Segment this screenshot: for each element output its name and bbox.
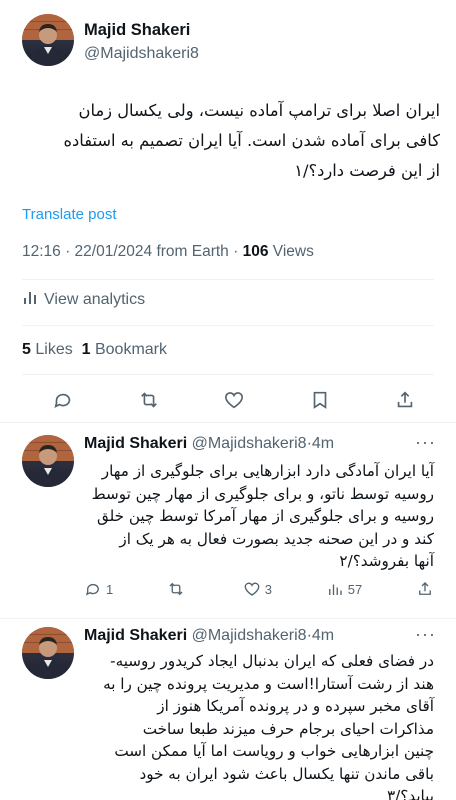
divider bbox=[22, 279, 434, 280]
reply-text-line: روسیه توسط ناتو، و برای جلوگیری از مهار … bbox=[91, 484, 434, 503]
views-label: Views bbox=[272, 243, 314, 260]
avatar[interactable] bbox=[22, 435, 74, 487]
avatar[interactable] bbox=[22, 14, 74, 66]
views-button[interactable]: 57 bbox=[326, 580, 362, 598]
views-count: 106 bbox=[242, 243, 269, 260]
bookmarks-label: Bookmark bbox=[94, 341, 167, 358]
reply-time[interactable]: 4m bbox=[312, 435, 334, 452]
author-name[interactable]: Majid Shakeri bbox=[84, 435, 187, 452]
more-icon[interactable]: ··· bbox=[415, 624, 436, 645]
reply-text-line: بیاید؟/۳ bbox=[387, 787, 434, 800]
author-handle[interactable]: @Majidshakeri8 bbox=[192, 435, 307, 452]
reply-text-line: آقای مخبر سپرده و در پرونده آمریکا هنوز … bbox=[157, 697, 434, 715]
like-button[interactable]: 3 bbox=[243, 580, 272, 598]
author-handle[interactable]: @Majidshakeri8 bbox=[84, 45, 199, 63]
tweet-timestamp[interactable]: 12:16 · 22/01/2024 from Earth · bbox=[22, 243, 238, 260]
divider bbox=[22, 325, 434, 326]
reply-text-line: کند و در این صحنه جدید بصورت فعال به هر … bbox=[119, 529, 434, 548]
reply-text-line: آنها بفروشد؟/۲ bbox=[339, 552, 434, 570]
reply-text: در فضای فعلی که ایران بدنبال ایجاد کریدو… bbox=[84, 650, 434, 800]
reply-tweet[interactable]: Majid Shakeri @Majidshakeri8·4m ··· آیا … bbox=[0, 422, 456, 618]
reply-text-line: مذاکرات احیای برجام حرف میزند طبعا ساخت bbox=[142, 719, 434, 738]
reply-text-line: هند از رشت آستارا!است و مدیریت پرونده چی… bbox=[103, 674, 434, 693]
reply-button[interactable]: 1 bbox=[84, 580, 113, 598]
view-analytics-label: View analytics bbox=[44, 290, 146, 308]
reply-count: 1 bbox=[106, 581, 114, 597]
tweet-text: ایران اصلا برای ترامپ آماده نیست، ولی یک… bbox=[22, 96, 440, 186]
main-tweet: Majid Shakeri @Majidshakeri8 ایران اصلا … bbox=[0, 0, 456, 422]
author-handle[interactable]: @Majidshakeri8 bbox=[192, 627, 307, 644]
more-icon[interactable]: ··· bbox=[415, 432, 436, 453]
engagement-stats: 5 Likes 1 Bookmark bbox=[22, 341, 167, 359]
reply-header: Majid Shakeri @Majidshakeri8·4m bbox=[84, 627, 334, 645]
share-icon bbox=[416, 580, 434, 598]
reply-text-line: در فضای فعلی که ایران بدنبال ایجاد کریدو… bbox=[110, 652, 434, 670]
tweet-text-line: از این فرصت دارد؟/۱ bbox=[294, 161, 440, 180]
reply-tweet[interactable]: Majid Shakeri @Majidshakeri8·4m ··· در ف… bbox=[0, 618, 456, 800]
view-analytics-link[interactable]: View analytics bbox=[22, 289, 145, 310]
reply-text-line: روسیه و برای جلوگیری از مهار آمرکا توسط … bbox=[96, 507, 434, 525]
divider bbox=[22, 374, 434, 375]
like-icon[interactable] bbox=[223, 389, 245, 411]
repost-button[interactable] bbox=[167, 580, 189, 598]
repost-icon bbox=[167, 580, 185, 598]
reply-text-line: چنین ابزارهایی خواب و رویاست اما آیا ممک… bbox=[114, 742, 434, 760]
analytics-icon bbox=[22, 289, 38, 310]
likes-label: Likes bbox=[35, 341, 73, 358]
reply-header: Majid Shakeri @Majidshakeri8·4m bbox=[84, 435, 334, 453]
reply-text-line: باقی ماندن تنها یکسال باعث شود ایران به … bbox=[139, 764, 434, 783]
author-name[interactable]: Majid Shakeri bbox=[84, 21, 190, 40]
views-icon bbox=[326, 580, 344, 598]
reply-actions: 1 3 57 bbox=[84, 580, 434, 598]
reply-text: آیا ایران آمادگی دارد ابزارهایی برای جلو… bbox=[84, 460, 434, 573]
bookmarks-stat[interactable]: 1 Bookmark bbox=[82, 341, 167, 358]
likes-stat[interactable]: 5 Likes bbox=[22, 341, 73, 358]
tweet-text-line: ایران اصلا برای ترامپ آماده نیست، ولی یک… bbox=[78, 101, 440, 120]
translate-post-link[interactable]: Translate post bbox=[22, 206, 117, 223]
views-count: 57 bbox=[347, 581, 363, 597]
reply-text-line: آیا ایران آمادگی دارد ابزارهایی برای جلو… bbox=[101, 462, 434, 480]
tweet-text-line: کافی برای آماده شدن است. آیا ایران تصمیم… bbox=[63, 131, 440, 150]
share-icon[interactable] bbox=[394, 389, 416, 411]
reply-icon bbox=[84, 580, 102, 598]
tweet-actions bbox=[22, 384, 434, 416]
reply-time[interactable]: 4m bbox=[312, 627, 334, 644]
share-button[interactable] bbox=[416, 580, 434, 598]
reply-icon[interactable] bbox=[52, 389, 74, 411]
tweet-meta: 12:16 · 22/01/2024 from Earth · 106 View… bbox=[22, 243, 314, 261]
author-name[interactable]: Majid Shakeri bbox=[84, 627, 187, 644]
bookmarks-count: 1 bbox=[81, 341, 91, 358]
bookmark-icon[interactable] bbox=[309, 389, 331, 411]
like-icon bbox=[243, 580, 261, 598]
repost-icon[interactable] bbox=[138, 389, 160, 411]
avatar[interactable] bbox=[22, 627, 74, 679]
like-count: 3 bbox=[264, 581, 272, 597]
likes-count: 5 bbox=[22, 341, 31, 358]
